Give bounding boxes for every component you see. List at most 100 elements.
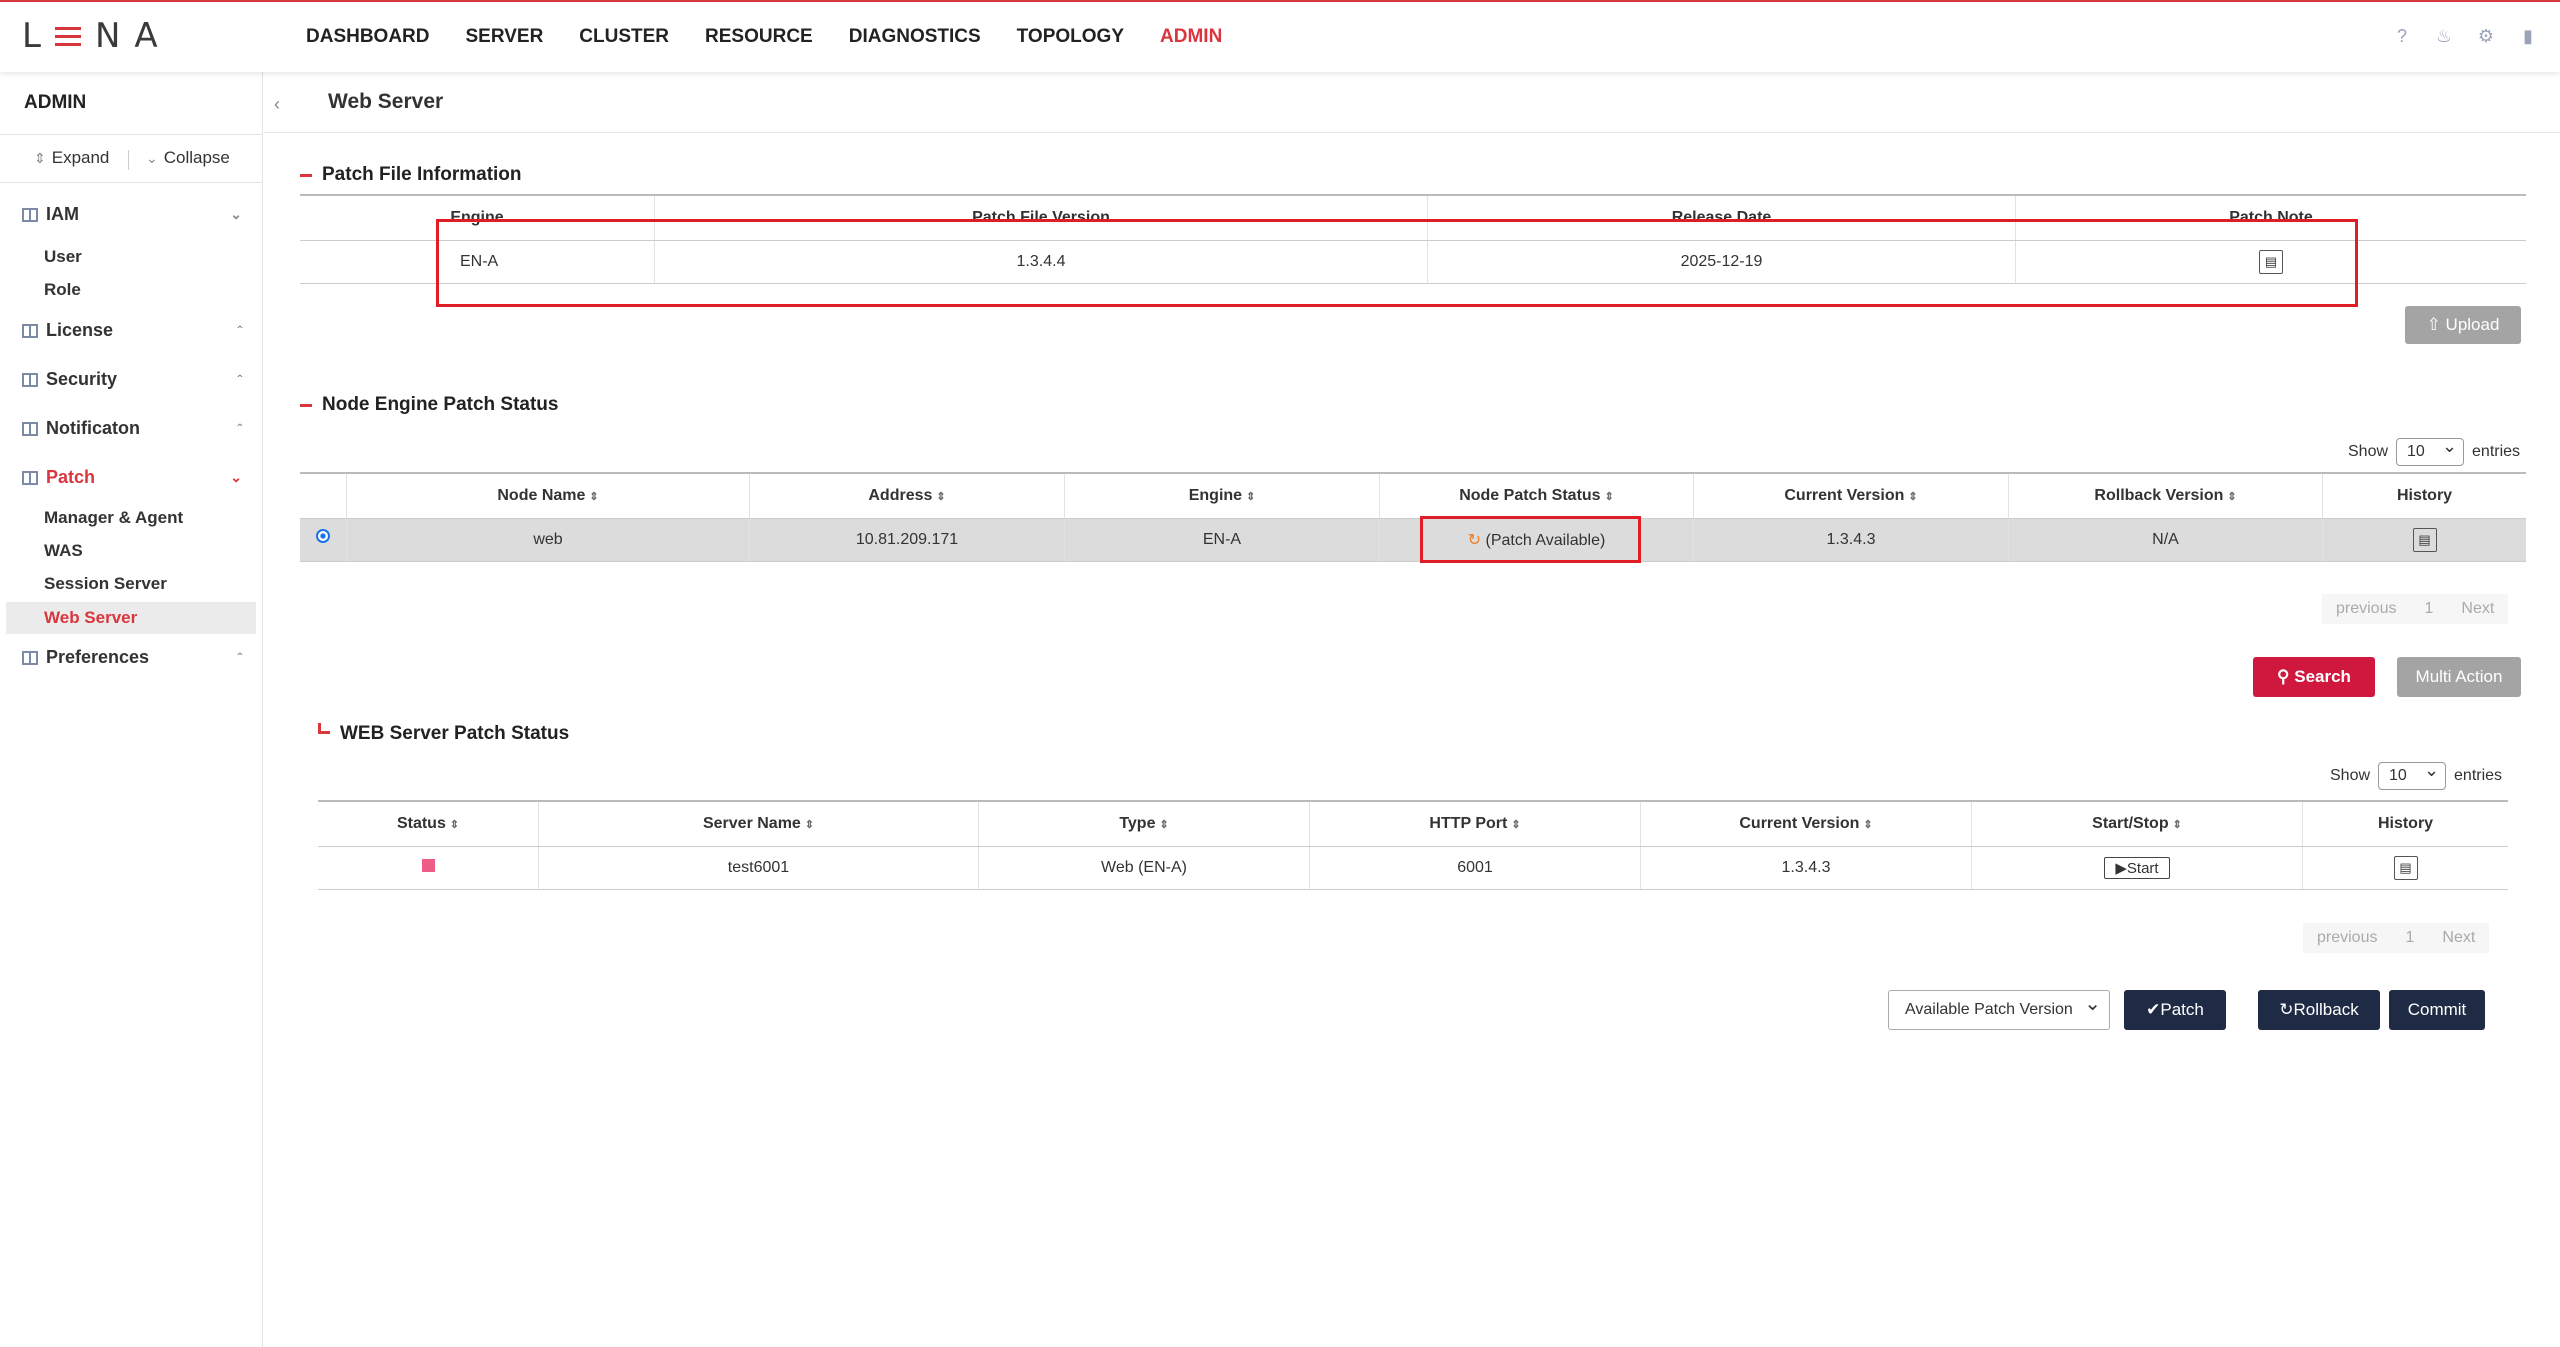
patch-file-title: Patch File Information (300, 164, 522, 185)
col-history: History (2302, 800, 2508, 847)
sort-icon: ⇕ (1908, 491, 1918, 503)
sidebar-group-notification[interactable]: Notificaton ˆ (22, 418, 242, 439)
sidebar-group-license[interactable]: License ˆ (22, 320, 242, 341)
sort-icon: ⇕ (1604, 491, 1614, 503)
col-node-patch-status[interactable]: Node Patch Status ⇕ (1379, 472, 1694, 519)
sidebar-item-session-server[interactable]: Session Server (44, 574, 167, 594)
collapse-icon: ⌄ (146, 149, 158, 166)
commit-button[interactable]: Commit (2389, 990, 2485, 1030)
col-address[interactable]: Address ⇕ (749, 472, 1065, 519)
sidebar-group-iam[interactable]: IAM ⌄ (22, 204, 242, 225)
col-current-version[interactable]: Current Version ⇕ (1640, 800, 1972, 847)
nav-server[interactable]: SERVER (466, 26, 544, 48)
node-pagination: previous 1 Next (2322, 594, 2509, 624)
sort-icon: ⇕ (589, 491, 599, 503)
expand-label: Expand (51, 148, 110, 167)
nav-cluster[interactable]: CLUSTER (579, 26, 669, 48)
col-http-port[interactable]: HTTP Port ⇕ (1309, 800, 1641, 847)
table-header: Node Name ⇕ Address ⇕ Engine ⇕ Node Patch S… (300, 472, 2526, 519)
sort-icon: ⇕ (1246, 491, 1256, 503)
web-page-size: Show 10 entries (2330, 757, 2503, 790)
search-button[interactable]: ⚲ Search (2253, 657, 2375, 697)
expand-icon: ⇕ (34, 149, 46, 166)
sidebar-group-preferences[interactable]: Preferences ˆ (22, 647, 242, 668)
history-cell: ▤ (2322, 518, 2526, 562)
sidebar-item-was[interactable]: WAS (44, 541, 83, 561)
nav-dashboard[interactable]: DASHBOARD (306, 26, 430, 48)
page-size-select[interactable]: 10 (2396, 433, 2465, 466)
group-label: IAM (46, 204, 79, 224)
book-icon (22, 421, 38, 436)
col-node-name[interactable]: Node Name ⇕ (346, 472, 750, 519)
chevron-down-icon: ⌄ (230, 469, 242, 485)
history-cell: ▤ (2302, 846, 2508, 890)
next-button[interactable]: Next (2461, 600, 2494, 618)
table-row[interactable]: test6001 Web (EN-A) 6001 1.3.4.3 ▶Start … (318, 846, 2508, 890)
lena-logo[interactable]: L NA (22, 16, 172, 56)
col-type[interactable]: Type ⇕ (978, 800, 1310, 847)
radio-button[interactable] (316, 528, 330, 543)
previous-button[interactable]: previous (2317, 929, 2377, 947)
col-current-version[interactable]: Current Version ⇕ (1693, 472, 2009, 519)
col-engine[interactable]: Engine ⇕ (1064, 472, 1380, 519)
next-button[interactable]: Next (2442, 929, 2475, 947)
patch-version-select[interactable]: Available Patch Version (1888, 985, 2110, 1030)
sidebar-item-manager-agent[interactable]: Manager & Agent (44, 508, 183, 528)
page-title: Web Server (328, 90, 444, 113)
bell-icon[interactable]: ♨ (2434, 26, 2454, 46)
upload-button[interactable]: ⇧ Upload (2405, 306, 2521, 344)
chevron-down-icon: ⌄ (230, 206, 242, 222)
table-header: Status ⇕ Server Name ⇕ Type ⇕ HTTP Port ⇕ Cu… (318, 800, 2508, 847)
document-icon[interactable]: ▤ (2393, 856, 2418, 880)
entries-label: entries (2454, 767, 2503, 784)
col-server-name[interactable]: Server Name ⇕ (538, 800, 979, 847)
col-status[interactable]: Status ⇕ (318, 800, 539, 847)
start-button[interactable]: ▶Start (2104, 857, 2170, 879)
help-icon[interactable]: ? (2392, 26, 2412, 46)
engine-cell: EN-A (1064, 518, 1380, 562)
main-nav: DASHBOARD SERVER CLUSTER RESOURCE DIAGNO… (306, 26, 1222, 48)
document-icon[interactable]: ▤ (2412, 528, 2437, 552)
table-row[interactable]: web 10.81.209.171 EN-A ↻ (Patch Availabl… (300, 518, 2526, 562)
nav-diagnostics[interactable]: DIAGNOSTICS (849, 26, 981, 48)
expand-button[interactable]: ⇕ Expand (34, 148, 109, 168)
chevron-up-icon: ˆ (237, 649, 242, 666)
previous-button[interactable]: previous (2336, 600, 2396, 618)
sidebar-group-patch[interactable]: Patch ⌄ (22, 467, 242, 488)
header-label: Address (868, 487, 933, 504)
patch-button[interactable]: ✔Patch (2124, 990, 2226, 1030)
check-icon: ✔ (2146, 1000, 2161, 1019)
book-icon (22, 207, 38, 222)
sort-icon: ⇕ (1863, 819, 1873, 831)
highlight-box (436, 219, 2358, 307)
divider (128, 150, 129, 170)
col-rollback-version[interactable]: Rollback Version ⇕ (2008, 472, 2323, 519)
col-start-stop[interactable]: Start/Stop ⇕ (1971, 800, 2303, 847)
node-status-table: Node Name ⇕ Address ⇕ Engine ⇕ Node Patch S… (300, 472, 2526, 562)
divider (0, 182, 262, 183)
nav-resource[interactable]: RESOURCE (705, 26, 813, 48)
divider (264, 132, 2560, 133)
server-name-cell: test6001 (538, 846, 979, 890)
page-button[interactable]: 1 (2424, 600, 2433, 618)
nav-admin[interactable]: ADMIN (1160, 26, 1222, 48)
group-label: Notificaton (46, 418, 140, 438)
sidebar-item-web-server[interactable]: Web Server (6, 602, 256, 634)
sidebar-item-role[interactable]: Role (44, 280, 81, 300)
logout-icon[interactable]: ▮ (2518, 26, 2538, 46)
sidebar-toggle-icon[interactable]: ‹ (264, 84, 290, 124)
rollback-button[interactable]: ↻Rollback (2258, 990, 2380, 1030)
sort-icon: ⇕ (449, 819, 460, 831)
collapse-button[interactable]: ⌄ Collapse (146, 148, 230, 168)
multi-action-button[interactable]: Multi Action (2397, 657, 2521, 697)
sidebar-group-security[interactable]: Security ˆ (22, 369, 242, 390)
header-label: Type (1119, 815, 1156, 832)
start-label: Start (2126, 860, 2159, 877)
header-label: Server Name (702, 815, 801, 832)
gear-icon[interactable]: ⚙ (2476, 26, 2496, 46)
page-size-select[interactable]: 10 (2378, 757, 2447, 790)
collapse-label: Collapse (163, 148, 230, 167)
nav-topology[interactable]: TOPOLOGY (1017, 26, 1124, 48)
sidebar-item-user[interactable]: User (44, 247, 82, 267)
page-button[interactable]: 1 (2405, 929, 2414, 947)
